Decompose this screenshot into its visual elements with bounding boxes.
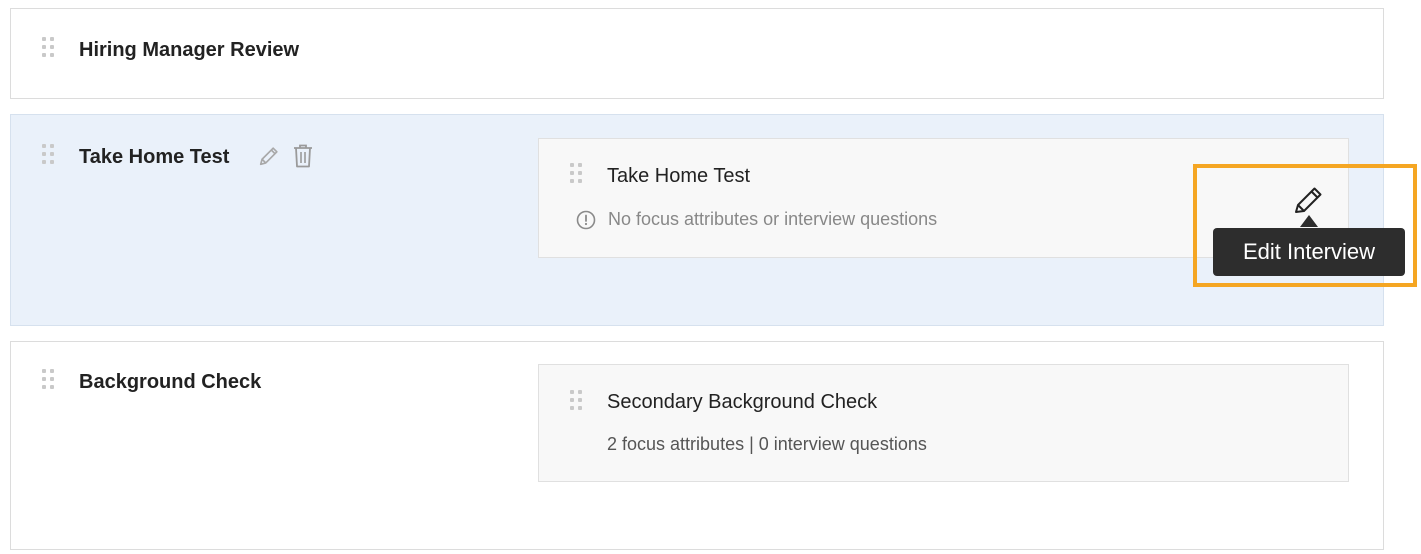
- interview-title: Secondary Background Check: [607, 391, 878, 413]
- interview-meta: 2 focus attributes | 0 interview questio…: [607, 434, 927, 454]
- interview-card[interactable]: Secondary Background Check 2 focus attri…: [538, 364, 1349, 482]
- pencil-icon: [1295, 187, 1322, 213]
- pencil-icon: [259, 147, 278, 166]
- interview-meta: No focus attributes or interview questio…: [576, 209, 938, 230]
- interview-title: Take Home Test: [607, 165, 751, 187]
- edit-interview-tooltip: Edit Interview: [1213, 228, 1405, 276]
- drag-handle-icon[interactable]: [570, 390, 582, 416]
- stage-row-hiring-manager-review: Hiring Manager Review: [10, 8, 1384, 99]
- stage-title: Take Home Test: [79, 146, 230, 168]
- edit-stage-button[interactable]: [257, 143, 281, 169]
- drag-handle-icon[interactable]: [42, 37, 54, 63]
- interview-meta-text: No focus attributes or interview questio…: [608, 209, 938, 229]
- stage-row-take-home-test: Take Home Test Take Home Test No focus a…: [10, 114, 1384, 326]
- drag-handle-icon[interactable]: [570, 163, 582, 189]
- stage-row-background-check: Background Check Secondary Background Ch…: [10, 341, 1384, 550]
- stage-title: Background Check: [79, 371, 262, 393]
- trash-icon: [294, 144, 312, 168]
- tooltip-arrow: [1300, 215, 1318, 227]
- info-circle-icon: [576, 210, 596, 229]
- drag-handle-icon[interactable]: [42, 369, 54, 395]
- edit-interview-button[interactable]: [1291, 182, 1327, 216]
- delete-stage-button[interactable]: [291, 143, 315, 169]
- stage-title: Hiring Manager Review: [79, 39, 300, 61]
- drag-handle-icon[interactable]: [42, 144, 54, 170]
